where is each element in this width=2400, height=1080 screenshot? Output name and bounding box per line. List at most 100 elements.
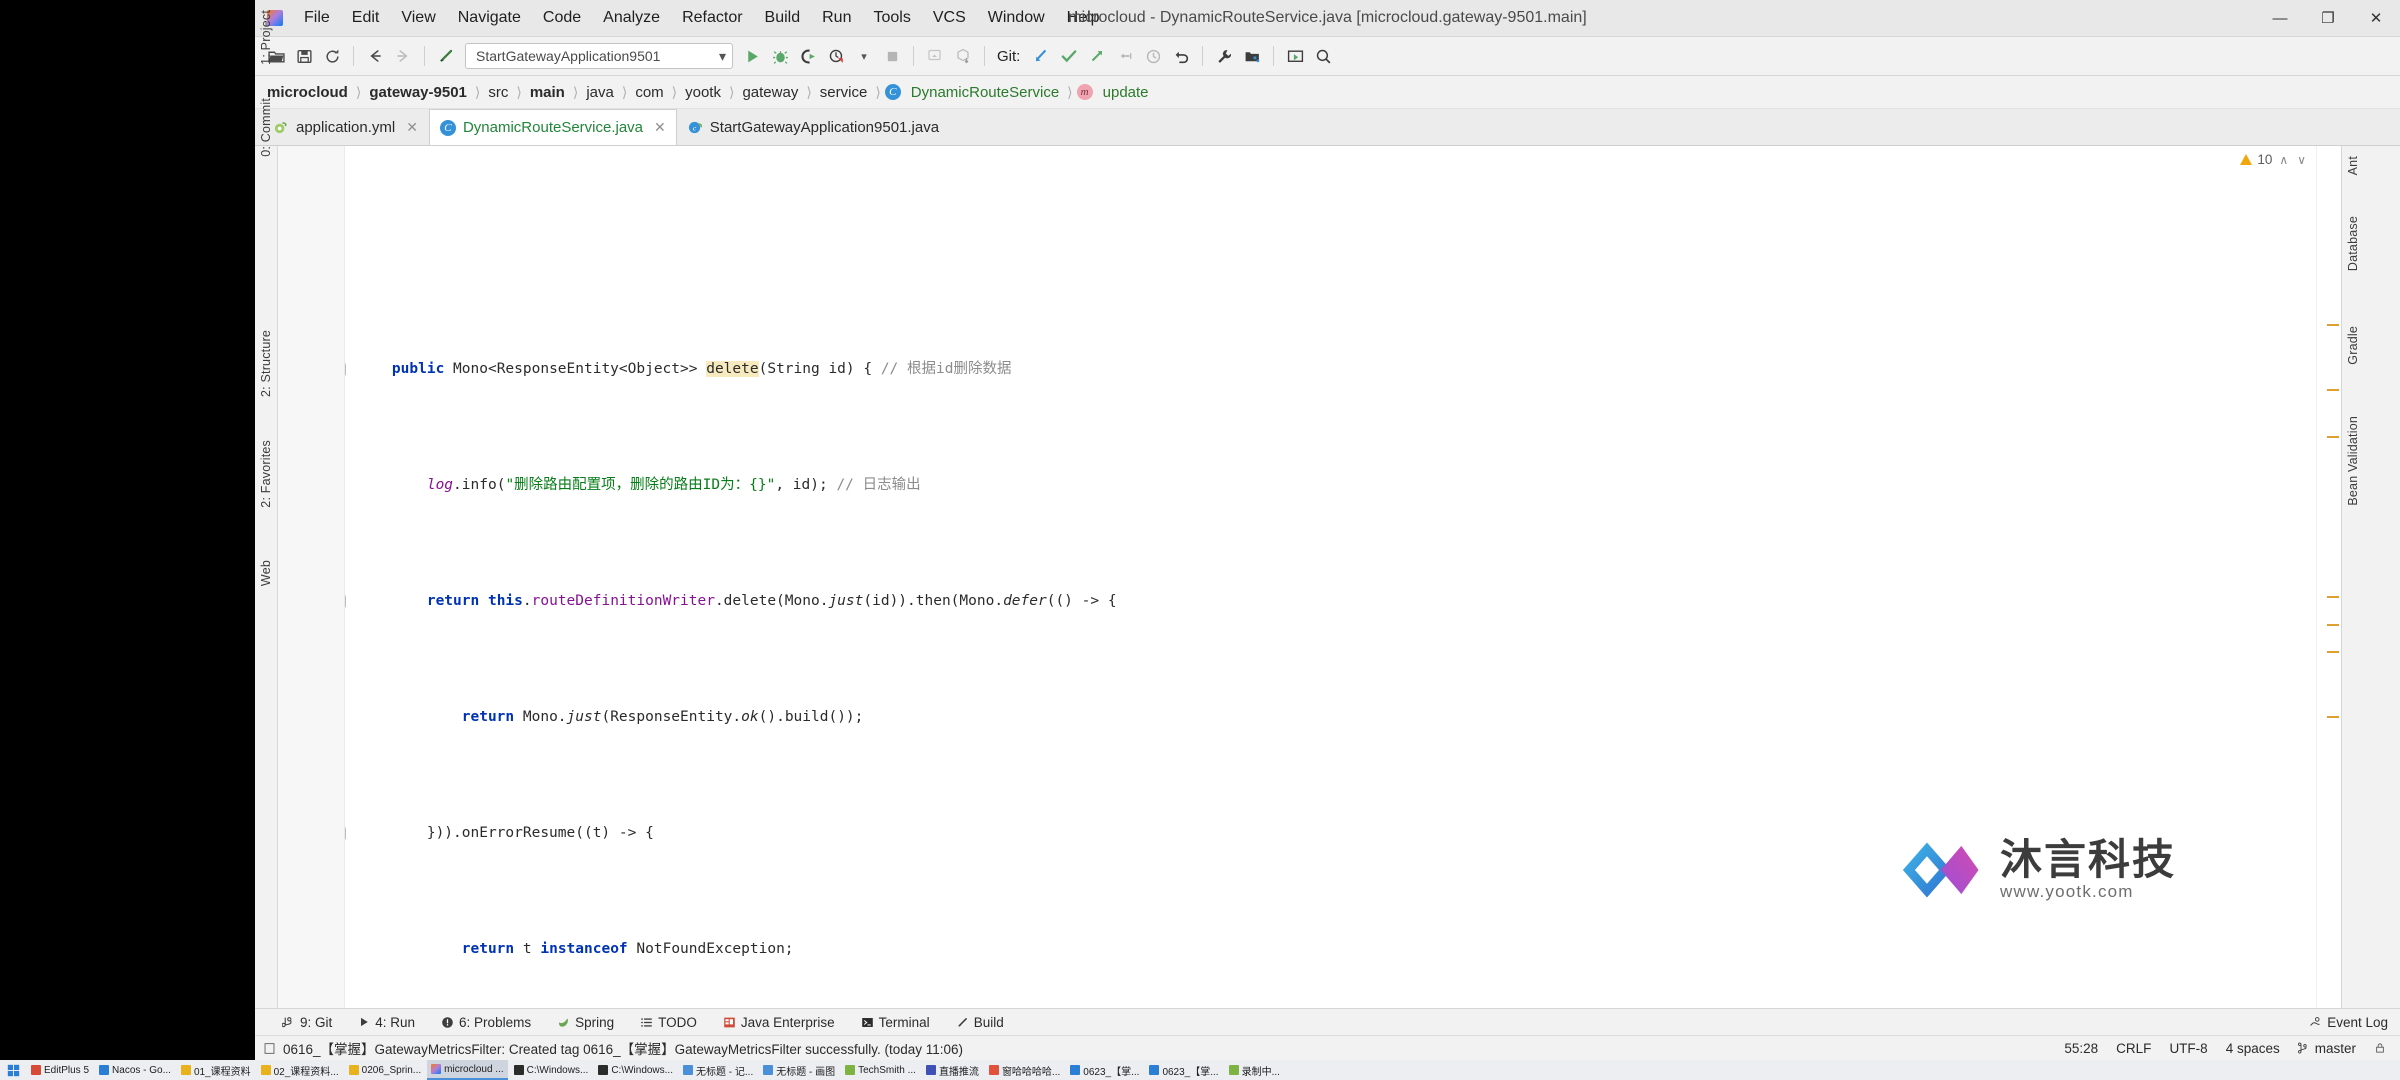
sidebar-item-commit[interactable]: 0: Commit — [255, 98, 277, 157]
menu-item-edit[interactable]: Edit — [341, 6, 391, 30]
run-icon[interactable] — [739, 43, 765, 69]
lock-icon[interactable] — [2374, 1042, 2386, 1054]
warning-marker[interactable] — [2327, 624, 2339, 626]
warning-marker[interactable] — [2327, 389, 2339, 391]
sidebar-item-web[interactable]: Web — [255, 560, 277, 586]
tool-window-terminal[interactable]: Terminal — [856, 1013, 935, 1032]
taskbar-item[interactable]: 0623_【掌... — [1066, 1061, 1143, 1079]
git-update-project-icon[interactable] — [1028, 43, 1054, 69]
navigate-forward-icon[interactable] — [390, 43, 416, 69]
taskbar-item[interactable]: 0206_Sprin... — [345, 1061, 426, 1079]
menu-item-build[interactable]: Build — [754, 6, 812, 30]
breadcrumb-item-java[interactable]: java — [582, 83, 618, 102]
fold-icon[interactable]: − — [345, 363, 346, 376]
git-rollback-icon[interactable] — [1168, 43, 1194, 69]
taskbar-item[interactable]: C:\Windows... — [510, 1061, 593, 1079]
sidebar-item-structure[interactable]: 2: Structure — [255, 330, 277, 397]
warning-marker[interactable] — [2327, 716, 2339, 718]
git-push-icon[interactable] — [1084, 43, 1110, 69]
tool-window-git[interactable]: 9: Git — [277, 1013, 337, 1032]
sync-icon[interactable] — [319, 43, 345, 69]
windows-start-icon[interactable] — [0, 1064, 26, 1077]
taskbar-item[interactable]: 无标题 - 记... — [679, 1061, 757, 1079]
sidebar-item-database[interactable]: Database — [2342, 216, 2364, 271]
taskbar-item[interactable]: C:\Windows... — [594, 1061, 677, 1079]
tool-window-java-enterprise[interactable]: Java Enterprise — [718, 1013, 840, 1032]
taskbar-item[interactable]: 录制中... — [1225, 1061, 1284, 1079]
stop-icon[interactable] — [879, 43, 905, 69]
debug-icon[interactable] — [767, 43, 793, 69]
tab-application-yml[interactable]: application.yml ✕ — [263, 109, 429, 145]
chevron-down-icon[interactable]: ▾ — [719, 48, 726, 65]
breadcrumb-item-main[interactable]: main — [526, 83, 569, 102]
fold-icon[interactable]: − — [345, 595, 346, 608]
warning-marker[interactable] — [2327, 324, 2339, 326]
save-all-icon[interactable] — [291, 43, 317, 69]
menu-item-code[interactable]: Code — [532, 6, 592, 30]
inspection-prev-icon[interactable]: ∧ — [2277, 153, 2290, 167]
taskbar-item[interactable]: 02_课程资料... — [257, 1061, 343, 1079]
tool-window-event-log[interactable]: Event Log — [2309, 1015, 2400, 1030]
breadcrumb-item-update[interactable]: update — [1099, 83, 1153, 102]
menu-item-tools[interactable]: Tools — [862, 6, 921, 30]
project-structure-icon[interactable] — [1239, 43, 1265, 69]
menu-item-view[interactable]: View — [390, 6, 446, 30]
breadcrumb-item-gateway-9501[interactable]: gateway-9501 — [365, 83, 471, 102]
warning-marker[interactable] — [2327, 596, 2339, 598]
sidebar-item-favorites[interactable]: 2: Favorites — [255, 440, 277, 508]
chevron-down-icon-2[interactable]: ▾ — [851, 43, 877, 69]
presentation-icon[interactable] — [1282, 43, 1308, 69]
breadcrumb-item-dynamicrouteservice[interactable]: DynamicRouteService — [907, 83, 1063, 102]
git-history-icon[interactable] — [1140, 43, 1166, 69]
breadcrumb-item-service[interactable]: service — [816, 83, 872, 102]
taskbar-item[interactable]: 直播推流 — [922, 1061, 983, 1079]
navigate-back-icon[interactable] — [362, 43, 388, 69]
warning-marker[interactable] — [2327, 436, 2339, 438]
sidebar-item-bean-validation[interactable]: Bean Validation — [2342, 416, 2364, 506]
git-branch[interactable]: master — [2297, 1041, 2356, 1056]
code-editor[interactable]: 36 37− public Mono<ResponseEntity<Object… — [345, 146, 2316, 1008]
attach-debugger-icon[interactable] — [922, 43, 948, 69]
sidebar-item-gradle[interactable]: Gradle — [2342, 326, 2364, 365]
menu-item-analyze[interactable]: Analyze — [592, 6, 671, 30]
caret-position[interactable]: 55:28 — [2064, 1041, 2098, 1056]
taskbar-item[interactable]: 无标题 - 画图 — [759, 1061, 839, 1079]
window-controls[interactable]: — ❐ ✕ — [2256, 0, 2400, 36]
file-encoding[interactable]: UTF-8 — [2169, 1041, 2207, 1056]
settings-wrench-icon[interactable] — [1211, 43, 1237, 69]
tool-window-build[interactable]: Build — [951, 1013, 1009, 1032]
breadcrumb-item-com[interactable]: com — [631, 83, 667, 102]
taskbar-item-active[interactable]: microcloud ... — [427, 1060, 508, 1080]
menu-item-navigate[interactable]: Navigate — [447, 6, 532, 30]
menu-item-window[interactable]: Window — [977, 6, 1056, 30]
maximize-button[interactable]: ❐ — [2304, 0, 2352, 36]
tool-window-problems[interactable]: 6: Problems — [436, 1013, 536, 1032]
line-separator[interactable]: CRLF — [2116, 1041, 2151, 1056]
fold-icon[interactable]: − — [345, 827, 346, 840]
tool-window-spring[interactable]: Spring — [552, 1013, 619, 1032]
tab-startgatewayapplication9501-java[interactable]: c StartGatewayApplication9501.java — [677, 109, 950, 145]
sidebar-item-ant[interactable]: Ant — [2342, 156, 2364, 175]
breadcrumb-item-gateway[interactable]: gateway — [738, 83, 802, 102]
close-icon[interactable]: ✕ — [406, 119, 418, 136]
close-button[interactable]: ✕ — [2352, 0, 2400, 36]
inspection-widget[interactable]: 10 ∧ ∨ — [2240, 152, 2308, 167]
menu-item-refactor[interactable]: Refactor — [671, 6, 753, 30]
breadcrumb-item-src[interactable]: src — [484, 83, 512, 102]
run-configuration-selector[interactable]: StartGatewayApplication9501 ▾ — [465, 43, 733, 69]
editor-marker-rail[interactable] — [2316, 146, 2341, 1008]
taskbar-item[interactable]: 窗哈哈哈哈... — [985, 1061, 1064, 1079]
git-pull-request-icon[interactable] — [1112, 43, 1138, 69]
menu-item-file[interactable]: File — [293, 6, 341, 30]
indent-setting[interactable]: 4 spaces — [2226, 1041, 2280, 1056]
taskbar-item[interactable]: EditPlus 5 — [27, 1061, 93, 1079]
search-everywhere-icon[interactable] — [1310, 43, 1336, 69]
tab-dynamicrouteservice-java[interactable]: C DynamicRouteService.java ✕ — [428, 109, 677, 145]
inspection-next-icon[interactable]: ∨ — [2295, 153, 2308, 167]
taskbar-item[interactable]: 0623_【掌... — [1145, 1061, 1222, 1079]
compile-icon[interactable] — [433, 43, 459, 69]
minimize-button[interactable]: — — [2256, 0, 2304, 36]
status-message[interactable]: 0616_【掌握】GatewayMetricsFilter: Created t… — [263, 1038, 963, 1058]
git-commit-icon[interactable] — [1056, 43, 1082, 69]
menu-item-vcs[interactable]: VCS — [922, 6, 977, 30]
